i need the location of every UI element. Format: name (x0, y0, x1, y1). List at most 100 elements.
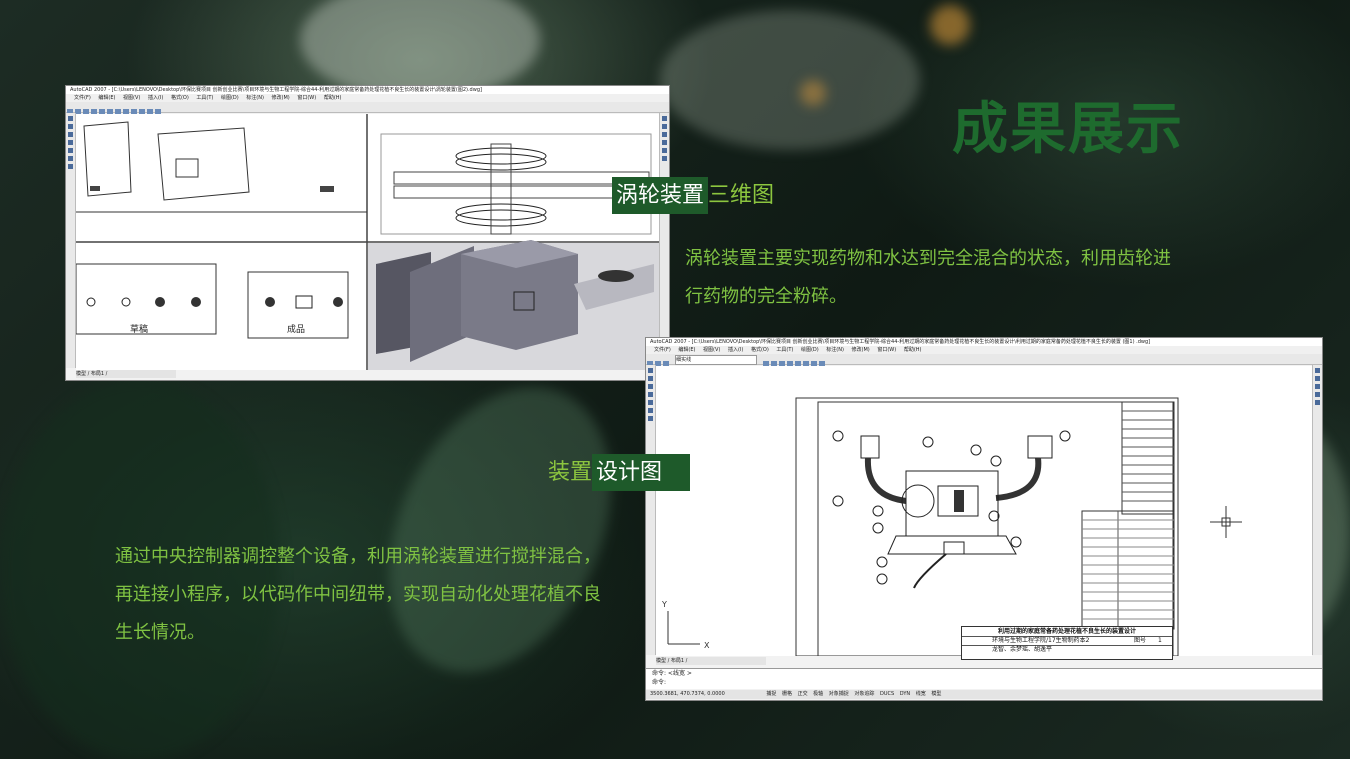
cad-drawing-area[interactable] (656, 366, 1312, 657)
menu-item[interactable]: 编辑(E) (678, 347, 695, 353)
rect-tool-icon[interactable] (648, 384, 653, 389)
menu-item[interactable]: 格式(O) (751, 347, 769, 353)
status-otrack[interactable]: 对象追踪 (854, 691, 874, 697)
status-osnap[interactable]: 对象捕捉 (829, 691, 849, 697)
menu-item[interactable]: 标注(N) (826, 347, 844, 353)
polyline-tool-icon[interactable] (648, 376, 653, 381)
menu-item[interactable]: 修改(M) (272, 95, 290, 101)
move-tool-icon[interactable] (662, 148, 667, 153)
menu-item[interactable]: 格式(O) (171, 95, 189, 101)
text-tool-icon[interactable] (68, 164, 73, 169)
cad-menubar: 文件(F) 编辑(E) 视图(V) 插入(I) 格式(O) 工具(T) 绘图(D… (646, 346, 1322, 354)
status-model[interactable]: 模型 (931, 691, 941, 697)
cad-window-turbine-3d: AutoCAD 2007 - [C:\Users\LENOVO\Desktop\… (65, 85, 670, 381)
offset-tool-icon[interactable] (662, 140, 667, 145)
rotate-tool-icon[interactable] (662, 156, 667, 161)
cad-toolbar (66, 102, 669, 115)
menu-item[interactable]: 窗口(W) (877, 347, 896, 353)
status-dyn[interactable]: DYN (900, 691, 910, 697)
leaf-blur (345, 351, 655, 709)
label-rest: 装置 (548, 460, 593, 485)
designers-text: 龙智、余梦瑶、胡逸平 (962, 645, 1172, 654)
arc-tool-icon[interactable] (648, 392, 653, 397)
circle-tool-icon[interactable] (648, 400, 653, 405)
rect-tool-icon[interactable] (68, 132, 73, 137)
slide-title: 成果展示 (952, 97, 1184, 162)
command-line[interactable]: 命令: <线宽 > 命令: (646, 668, 1322, 689)
status-ortho[interactable]: 正交 (798, 691, 808, 697)
copy-tool-icon[interactable] (662, 124, 667, 129)
line-tool-icon[interactable] (648, 368, 653, 373)
school-text: 环境与生物工程学院/17生物制药本2 (992, 637, 1090, 644)
layout-tabs[interactable]: 模型 / 布局1 / (656, 657, 766, 665)
mirror-tool-icon[interactable] (662, 132, 667, 137)
label-rest: 三维图 (708, 183, 775, 208)
menu-item[interactable]: 工具(T) (196, 95, 213, 101)
cad-viewports[interactable] (75, 114, 659, 370)
cad-menubar: 文件(F) 编辑(E) 视图(V) 插入(I) 格式(O) 工具(T) 绘图(D… (66, 94, 669, 102)
polyline-tool-icon[interactable] (68, 124, 73, 129)
view-label-draft: 草稿 (130, 325, 149, 335)
menu-item[interactable]: 标注(N) (246, 95, 264, 101)
command-history: 命令: <线宽 > (652, 670, 692, 677)
move-tool-icon[interactable] (1315, 400, 1320, 405)
cad-titlebar: AutoCAD 2007 - [C:\Users\LENOVO\Desktop\… (66, 86, 669, 94)
mirror-tool-icon[interactable] (1315, 384, 1320, 389)
menu-item[interactable]: 插入(I) (148, 95, 163, 101)
menu-item[interactable]: 工具(T) (776, 347, 793, 353)
coordinate-readout: 3500.3681, 470.7374, 0.0000 (650, 691, 725, 697)
cad-toolbar: 细实线 (646, 354, 1322, 367)
hatch-tool-icon[interactable] (68, 156, 73, 161)
menu-item[interactable]: 帮助(H) (904, 347, 922, 353)
label-turbine-3d: 涡轮装置 三维图 (612, 177, 775, 214)
turbine-description: 涡轮装置主要实现药物和水达到完全混合的状态，利用齿轮进行药物的完全粉碎。 (685, 248, 1171, 307)
text-tool-icon[interactable] (648, 416, 653, 421)
menu-item[interactable]: 绘图(D) (221, 95, 239, 101)
copy-tool-icon[interactable] (1315, 376, 1320, 381)
command-prompt[interactable]: 命令: (652, 678, 1322, 687)
status-polar[interactable]: 极轴 (813, 691, 823, 697)
device-drawing (656, 366, 1312, 657)
circle-tool-icon[interactable] (68, 148, 73, 153)
menu-item[interactable]: 帮助(H) (324, 95, 342, 101)
menu-item[interactable]: 绘图(D) (801, 347, 819, 353)
modify-toolbar (659, 113, 669, 368)
cad-titlebar: AutoCAD 2007 - [C:\Users\LENOVO\Desktop\… (646, 338, 1322, 346)
menu-item[interactable]: 文件(F) (654, 347, 671, 353)
layout-tabs[interactable]: 模型 / 布局1 / (76, 370, 176, 378)
status-grid[interactable]: 栅格 (782, 691, 792, 697)
status-lwt[interactable]: 线宽 (916, 691, 926, 697)
hatch-tool-icon[interactable] (648, 408, 653, 413)
label-highlight: 设计图 (592, 454, 691, 491)
label-highlight: 涡轮装置 (612, 177, 709, 214)
line-tool-icon[interactable] (68, 116, 73, 121)
title-block: 利用过期的家庭常备药处理花植不良生长的装置设计 环境与生物工程学院/17生物制药… (961, 626, 1173, 660)
offset-tool-icon[interactable] (1315, 392, 1320, 397)
draw-toolbar (66, 113, 76, 368)
label-device-design: 装置 设计图 (548, 454, 691, 491)
status-snap[interactable]: 捕捉 (766, 691, 776, 697)
erase-tool-icon[interactable] (1315, 368, 1320, 373)
flower-blur (660, 10, 920, 150)
arc-tool-icon[interactable] (68, 140, 73, 145)
cad-window-device-design: AutoCAD 2007 - [C:\Users\LENOVO\Desktop\… (645, 337, 1323, 701)
flower-bud (800, 80, 826, 106)
design-description: 通过中央控制器调控整个设备，利用涡轮装置进行搅拌混合，再连接小程序，以代码作中间… (115, 546, 601, 643)
menu-item[interactable]: 视图(V) (703, 347, 720, 353)
status-bar: 3500.3681, 470.7374, 0.0000 捕捉 栅格 正交 极轴 … (646, 690, 1322, 699)
menu-item[interactable]: 视图(V) (123, 95, 140, 101)
drawing-no-label: 图号 (1134, 637, 1147, 644)
erase-tool-icon[interactable] (662, 116, 667, 121)
menu-item[interactable]: 修改(M) (852, 347, 870, 353)
menu-item[interactable]: 编辑(E) (98, 95, 115, 101)
menu-item[interactable]: 窗口(W) (297, 95, 316, 101)
menu-item[interactable]: 插入(I) (728, 347, 743, 353)
ucs-y-label: Y (662, 600, 667, 609)
status-ducs[interactable]: DUCS (880, 691, 894, 697)
draw-toolbar (646, 365, 656, 655)
menu-item[interactable]: 文件(F) (74, 95, 91, 101)
drawing-no: 1 (1158, 637, 1162, 644)
layer-select[interactable]: 细实线 (675, 355, 758, 365)
flower-bud (930, 5, 970, 45)
drawing-title: 利用过期的家庭常备药处理花植不良生长的装置设计 (997, 628, 1136, 635)
